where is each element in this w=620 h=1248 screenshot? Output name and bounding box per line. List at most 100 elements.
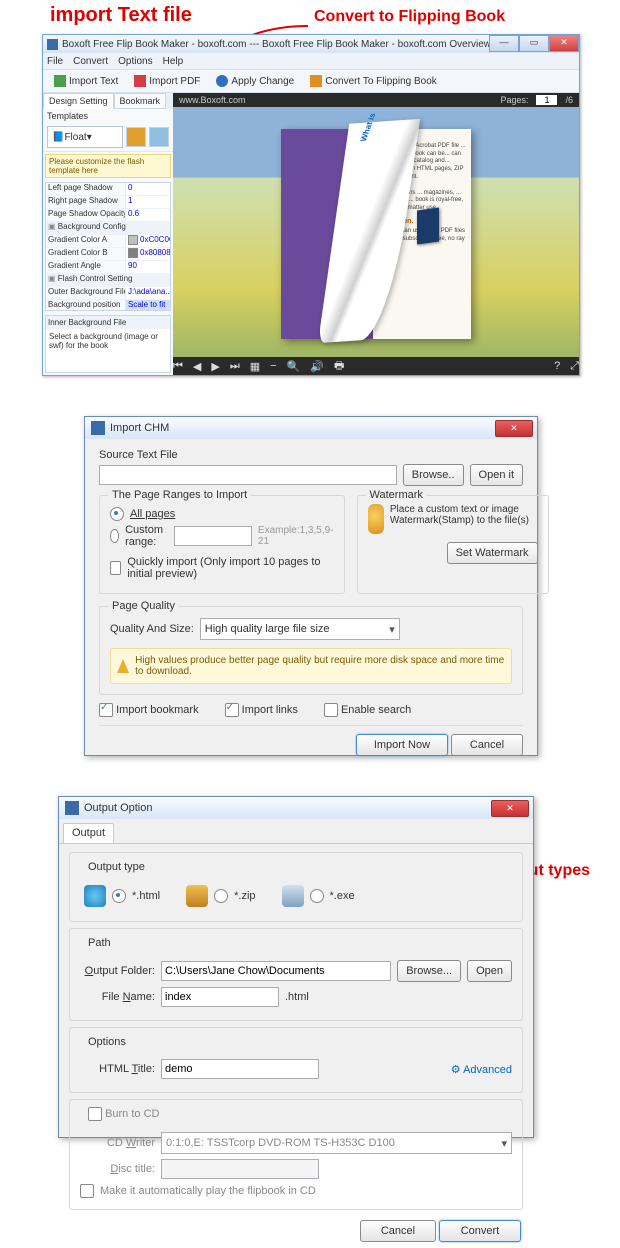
open-it-button[interactable]: Open it (470, 464, 523, 486)
anno-convert-flip: Convert to Flipping Book (314, 8, 505, 26)
radio-html[interactable] (112, 889, 126, 903)
file-name-label: File Name: (80, 991, 155, 1003)
template-folder-button[interactable] (126, 127, 146, 147)
preview-toolbar: ⏮ ◀ ▶ ⏭ ▦ − 🔍 🔊 🖶 ? ⤢ (173, 357, 579, 375)
properties-grid[interactable]: Left page Shadow0Right page Shadow1Page … (45, 182, 171, 311)
cancel-output-button[interactable]: Cancel (360, 1220, 436, 1242)
property-row[interactable]: Outer Background FileJ:\ada\ana... (46, 287, 170, 300)
close-button[interactable]: ✕ (549, 35, 579, 52)
fullscreen-icon[interactable]: ⤢ (570, 360, 579, 373)
property-row[interactable]: Background Config (46, 222, 170, 235)
radio-custom-range[interactable] (110, 529, 119, 543)
thumbnails-icon[interactable]: ▦ (250, 360, 260, 373)
property-row[interactable]: Page Shadow Opacity0.6 (46, 209, 170, 222)
tab-design-setting[interactable]: Design Setting (43, 93, 114, 109)
output-folder-label: Output Folder: (80, 965, 155, 977)
import-pdf-button[interactable]: Import PDF (127, 72, 207, 90)
property-row[interactable]: Left page Shadow0 (46, 183, 170, 196)
source-file-label: Source Text File (99, 449, 523, 461)
cancel-button[interactable]: Cancel (451, 734, 523, 756)
tab-bookmark[interactable]: Bookmark (114, 93, 167, 109)
zip-label: *.zip (234, 890, 255, 902)
custom-range-label: Custom range: (125, 524, 168, 548)
property-row[interactable]: Flash Control Setting (46, 274, 170, 287)
browse-folder-button[interactable]: Browse... (397, 960, 461, 982)
menu-options[interactable]: Options (118, 56, 152, 67)
convert-icon (310, 75, 322, 87)
property-desc-title: Inner Background File (46, 316, 170, 329)
all-pages-label: All pages (130, 508, 175, 520)
quick-import-checkbox[interactable] (110, 561, 121, 575)
pages-current[interactable]: 1 (536, 95, 557, 105)
apply-icon (216, 75, 228, 87)
minimize-button[interactable]: — (489, 35, 519, 52)
menu-convert[interactable]: Convert (73, 56, 108, 67)
custom-range-input[interactable] (174, 526, 252, 546)
side-panel: Design Setting Bookmark Templates 📘 Floa… (43, 93, 173, 375)
radio-exe[interactable] (310, 889, 324, 903)
apply-change-button[interactable]: Apply Change (209, 72, 301, 90)
sound-icon[interactable]: 🔊 (310, 360, 324, 373)
import-text-button[interactable]: Import Text (47, 72, 125, 90)
anno-import-text: import Text file (50, 4, 192, 27)
warning-icon (117, 659, 129, 673)
import-links-checkbox[interactable] (225, 703, 239, 717)
import-bookmark-checkbox[interactable] (99, 703, 113, 717)
flipbook[interactable]: book in Flip PDF is ... Acrobat PDF file… (281, 129, 471, 339)
import-now-button[interactable]: Import Now (356, 734, 448, 756)
convert-to-flipping-book-button[interactable]: Convert To Flipping Book (303, 72, 444, 90)
pages-label: Pages: (500, 95, 528, 105)
open-folder-button[interactable]: Open (467, 960, 512, 982)
quality-size-select[interactable]: High quality large file size (200, 618, 400, 640)
zoom-out-icon[interactable]: − (270, 360, 276, 372)
auto-play-label: Make it automatically play the flipbook … (100, 1185, 316, 1197)
html-title-label: HTML Title: (80, 1063, 155, 1075)
help-icon[interactable]: ? (554, 360, 560, 372)
radio-zip[interactable] (214, 889, 228, 903)
first-page-icon[interactable]: ⏮ (173, 360, 183, 373)
template-select[interactable]: 📘 Float ▾ (47, 126, 123, 148)
menu-help[interactable]: Help (163, 56, 184, 67)
file-name-input[interactable] (161, 987, 279, 1007)
output-type-title: Output type (84, 861, 149, 873)
property-row[interactable]: Gradient Angle90 (46, 261, 170, 274)
import-bookmark-label: Import bookmark (116, 704, 199, 716)
path-group: Path Output Folder: Browse... Open File Na… (69, 928, 523, 1021)
tab-output[interactable]: Output (63, 823, 114, 843)
watermark-text: Place a custom text or image Watermark(S… (390, 504, 538, 526)
window-titlebar: Boxoft Free Flip Book Maker - boxoft.com… (43, 35, 579, 53)
property-row[interactable]: Gradient Color A0xC0C0C0 (46, 235, 170, 248)
zoom-in-icon[interactable]: 🔍 (287, 360, 301, 373)
property-row[interactable]: Right page Shadow1 (46, 196, 170, 209)
enable-search-checkbox[interactable] (324, 703, 338, 717)
maximize-button[interactable]: ▭ (519, 35, 549, 52)
advanced-link[interactable]: ⚙ Advanced (451, 1063, 512, 1076)
enable-search-label: Enable search (341, 704, 411, 716)
print-icon[interactable]: 🖶 (334, 357, 344, 376)
template-refresh-button[interactable] (149, 127, 169, 147)
menu-file[interactable]: File (47, 56, 63, 67)
dialog-icon (91, 421, 105, 435)
set-watermark-button[interactable]: Set Watermark (447, 542, 538, 564)
last-page-icon[interactable]: ⏭ (230, 360, 240, 373)
radio-all-pages[interactable] (110, 507, 124, 521)
dialog3-close-button[interactable]: ✕ (491, 800, 529, 817)
import-text-icon (54, 75, 66, 87)
browse-button[interactable]: Browse.. (403, 464, 464, 486)
dialog-close-button[interactable]: ✕ (495, 420, 533, 437)
property-row[interactable]: Background positionScale to fit (46, 300, 170, 311)
auto-play-checkbox (80, 1184, 94, 1198)
app-icon (47, 39, 58, 50)
burn-to-cd-checkbox[interactable] (88, 1107, 102, 1121)
next-page-icon[interactable]: ▶ (211, 360, 219, 373)
convert-button[interactable]: Convert (439, 1220, 521, 1242)
source-file-input[interactable] (99, 465, 397, 485)
property-row[interactable]: Gradient Color B0x808080 (46, 248, 170, 261)
prev-page-icon[interactable]: ◀ (193, 360, 201, 373)
example-text: Example:1,3,5,9-21 (258, 525, 334, 547)
box-art (417, 207, 439, 244)
page-quality-group: Page Quality Quality And Size: High qual… (99, 606, 523, 695)
path-title: Path (84, 937, 115, 949)
output-folder-input[interactable] (161, 961, 391, 981)
html-title-input[interactable] (161, 1059, 319, 1079)
